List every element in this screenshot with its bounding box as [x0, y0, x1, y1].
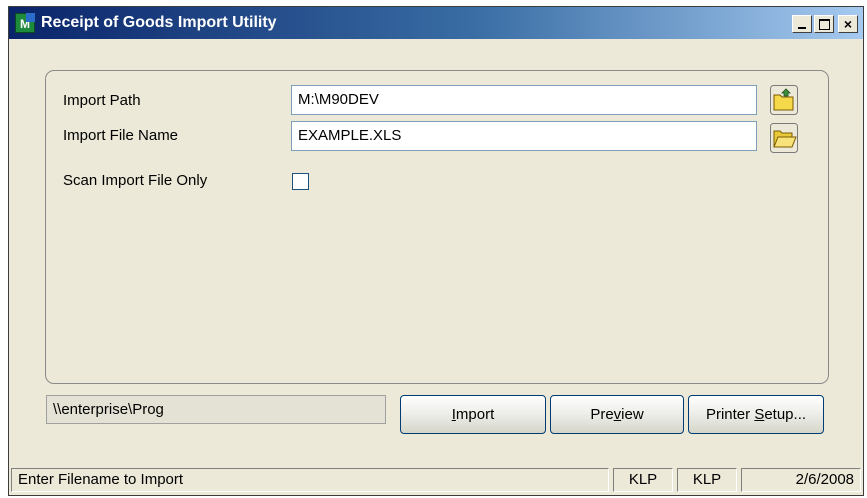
app-icon[interactable]: M	[15, 13, 35, 33]
import-path-label: Import Path	[63, 92, 141, 109]
status-date: 2/6/2008	[741, 468, 861, 492]
import-path-browse-button[interactable]	[770, 85, 798, 115]
import-utility-window: M Receipt of Goods Import Utility × Impo…	[8, 6, 864, 496]
app-icon-badge	[26, 13, 35, 22]
printer-setup-button-label-post: etup...	[764, 406, 807, 423]
minimize-button[interactable]	[792, 15, 812, 33]
folder-up-icon	[770, 85, 798, 115]
status-bar: Enter Filename to Import KLP KLP 2/6/200…	[9, 465, 863, 495]
close-icon: ×	[843, 16, 853, 32]
printer-setup-button-accelerator: S	[754, 406, 765, 423]
status-user-1: KLP	[613, 468, 673, 492]
preview-button-label-post: iew	[621, 406, 644, 423]
folder-open-icon	[770, 123, 798, 153]
minimize-icon	[798, 27, 806, 29]
scan-only-checkbox[interactable]	[292, 173, 309, 190]
import-file-name-input[interactable]: EXAMPLE.XLS	[291, 121, 757, 151]
scan-only-label: Scan Import File Only	[63, 172, 208, 189]
printer-setup-button[interactable]: Printer Setup...	[688, 395, 824, 434]
import-file-name-label: Import File Name	[63, 127, 179, 144]
import-file-browse-button[interactable]	[770, 123, 798, 153]
import-button-label-post: mport	[455, 406, 495, 423]
status-user-2: KLP	[677, 468, 737, 492]
close-button[interactable]: ×	[838, 15, 858, 33]
window-title: Receipt of Goods Import Utility	[41, 14, 277, 31]
server-path-display: \\enterprise\Prog	[46, 395, 386, 424]
status-message: Enter Filename to Import	[11, 468, 609, 492]
title-bar[interactable]: M Receipt of Goods Import Utility ×	[9, 7, 863, 39]
maximize-icon	[819, 19, 830, 30]
import-button[interactable]: Import	[400, 395, 546, 434]
printer-setup-button-label-pre: Printer	[705, 406, 755, 423]
preview-button-label-pre: Pre	[590, 406, 614, 423]
options-group	[45, 70, 829, 384]
maximize-button[interactable]	[814, 15, 834, 33]
preview-button[interactable]: Preview	[550, 395, 684, 434]
import-path-input[interactable]: M:\M90DEV	[291, 85, 757, 115]
